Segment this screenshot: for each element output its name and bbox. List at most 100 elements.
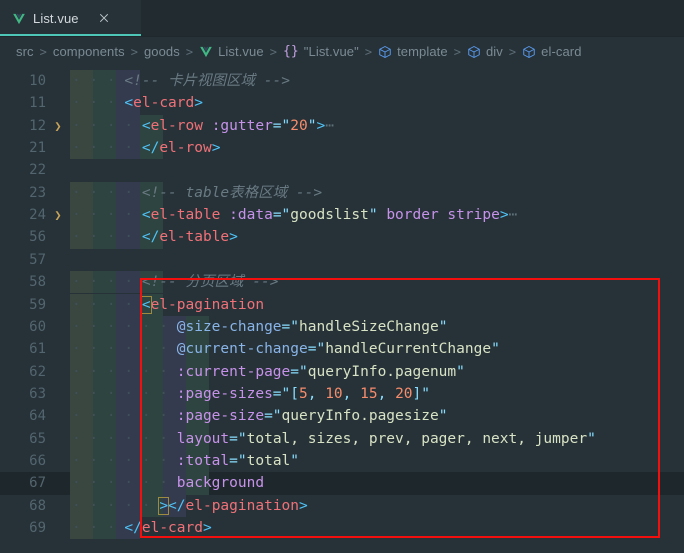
code-token: > [299,497,308,514]
code-line[interactable]: 58 · · · · <!-- 分页区域 --> [0,271,684,293]
line-number: 10 [29,73,46,89]
code-text: · · · <el-card> [70,92,684,114]
code-line[interactable]: 67 · · · · · · background [0,472,684,495]
breadcrumb: src > components > goods > List.vue > {} "List.vu… [0,37,684,66]
code-text: · · · · <!-- 分页区域 --> [70,271,684,293]
line-number: 64 [29,408,46,425]
code-line[interactable]: 12 ❯ · · · · <el-row :gutter="20">⋯ [0,115,684,137]
line-number: 62 [29,363,46,380]
code-token: el-card [133,95,195,112]
breadcrumb-separator: > [453,44,461,59]
breadcrumb-label: src [16,44,34,59]
code-line[interactable]: 21 · · · · </el-row> [0,137,684,159]
indent-whitespace: · · · · · · [72,341,177,358]
code-token: , [377,385,396,402]
code-line[interactable]: 60 · · · · · · @size-change="handleSizeCh… [0,316,684,338]
code-token: total [246,452,291,469]
code-token: " [438,408,448,425]
code-token: ⋯ [508,207,518,224]
code-line[interactable]: 11 · · · <el-card> [0,92,684,114]
code-token: el-table [159,229,230,246]
code-token: @size-change [176,318,282,335]
code-token: el-pagination [185,497,300,514]
code-line[interactable]: 62 · · · · · · :current-page="queryInfo.p… [0,361,684,383]
breadcrumb-separator: > [185,44,194,59]
breadcrumb-item-src[interactable]: src [16,44,34,59]
indent-whitespace: · · · · [72,117,142,134]
code-line[interactable]: 23 · · · · <!-- table表格区域 --> [0,182,684,204]
breadcrumb-item-list-vue[interactable]: List.vue [199,44,264,59]
breadcrumb-separator: > [364,44,373,59]
breadcrumb-item-el-card[interactable]: el-card [522,44,581,59]
tab-list-vue[interactable]: List.vue [0,0,141,36]
code-token: > [229,229,238,246]
code-token: </ [141,229,160,246]
code-token: goodslist [290,207,369,224]
code-text: · · · </el-card> [70,517,684,539]
code-token: queryInfo.pagenum [307,363,457,380]
editor-tab-bar: List.vue [0,0,684,37]
breadcrumb-label: template [397,44,448,59]
breadcrumb-separator: > [508,44,517,59]
code-line[interactable]: 61 · · · · · · @current-change="handleCur… [0,338,684,360]
code-token: " [290,452,300,469]
indent-whitespace: · · · · · · [72,408,177,425]
code-text: · · · · · · @size-change="handleSizeChan… [70,316,684,338]
indent-whitespace: · · · · [72,274,142,291]
code-text: · · · · <!-- table表格区域 --> [70,182,684,204]
code-line[interactable]: 69 · · · </el-card> [0,517,684,539]
code-line[interactable]: 64 · · · · · · :page-size="queryInfo.page… [0,405,684,427]
code-line[interactable]: 65 · · · · · · layout="total, sizes, prev… [0,428,684,450]
code-text: · · · · · · :page-sizes="[5, 10, 15, 20]… [70,383,684,405]
fold-chevron-icon[interactable]: ❯ [46,204,70,226]
line-number: 67 [29,475,46,492]
breadcrumb-separator: > [269,44,277,59]
code-token: =" [281,318,299,335]
indent-whitespace: · · · [72,73,125,89]
code-token: el-row [150,117,212,134]
breadcrumb-item-goods[interactable]: goods [144,44,180,59]
code-token: =" [264,408,282,425]
code-token: el-row [159,140,212,157]
code-line[interactable]: 66 · · · · · · :total="total" [0,450,684,472]
code-line[interactable]: 10 · · · <!-- 卡片视图区域 --> [0,70,684,92]
code-line[interactable]: 68 · · · · · ></el-pagination> [0,495,684,517]
indent-whitespace: · · · [72,520,125,536]
code-text: · · · <!-- 卡片视图区域 --> [70,70,684,92]
indent-whitespace: · · · · [72,296,142,313]
breadcrumb-separator: > [130,44,138,59]
indent-whitespace: · · · · [72,184,142,201]
breadcrumb-item-list-vue[interactable]: {} "List.vue" [283,44,359,59]
code-token: =" [272,117,291,134]
vscode-editor-window: List.vue src > components > goods > List.vue > {… [0,0,684,553]
vue-logo-icon [12,11,26,25]
code-token: ]" [412,385,431,402]
code-editor[interactable]: 10 · · · <!-- 卡片视图区域 --> 11 · · · <el-card>… [0,66,684,553]
breadcrumb-item-div[interactable]: div [467,44,503,59]
code-token: =" [290,363,308,380]
code-line[interactable]: 59 · · · · <el-pagination [0,294,684,316]
code-text: · · · · <el-row :gutter="20">⋯ [70,115,684,137]
cube-icon [467,45,481,59]
line-number: 65 [29,430,46,447]
line-number: 21 [29,140,46,157]
tab-label: List.vue [33,10,79,26]
code-token: queryInfo.pagesize [281,408,439,425]
code-token: , [342,385,361,402]
code-token: total, sizes, prev, pager, next, jumper [246,430,588,447]
fold-chevron-icon[interactable]: ❯ [46,115,70,137]
line-number: 57 [29,251,46,268]
code-token: </ [141,140,160,157]
code-line[interactable]: 24 ❯ · · · · <el-table :data="goodslist" b… [0,204,684,226]
indent-whitespace: · · · · [72,140,142,157]
close-icon[interactable] [96,10,112,26]
code-token: layout [176,430,230,447]
code-line[interactable]: 63 · · · · · · :page-sizes="[5, 10, 15, 2… [0,383,684,405]
breadcrumb-label: "List.vue" [303,44,359,59]
breadcrumb-item-components[interactable]: components [53,44,125,59]
code-token: =" [229,452,247,469]
breadcrumb-item-template[interactable]: template [378,44,448,59]
code-line[interactable]: 56 · · · · </el-table> [0,226,684,248]
code-token: < [141,117,151,134]
code-text: · · · · <el-pagination [70,294,684,316]
